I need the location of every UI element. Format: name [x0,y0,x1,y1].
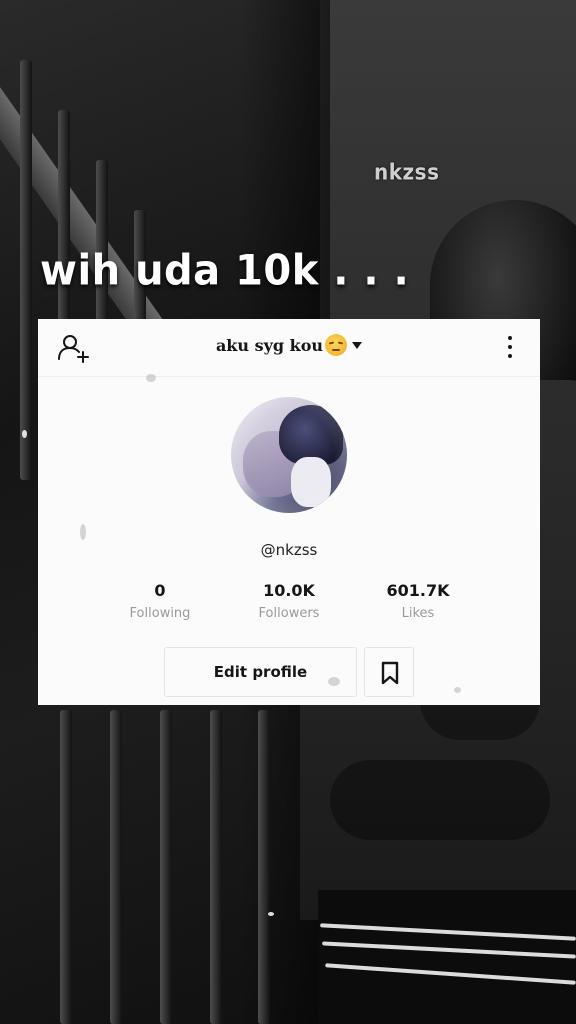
pensive-face-emoji-icon [325,334,348,356]
stat-value: 0 [154,581,166,600]
character-skirt [318,890,576,1024]
coat-fold [330,760,550,840]
snow-speck [328,677,340,686]
stat-likes[interactable]: 601.7K Likes [358,581,478,621]
snow-speck [268,912,274,916]
snow-speck [80,524,86,540]
bookmark-button[interactable] [364,647,414,697]
profile-header: aku syg kou [38,319,540,377]
more-vertical-icon[interactable] [503,334,517,360]
overlay-caption: wih uda 10k . . . [40,246,410,296]
profile-card: aku syg kou @nkzss 0 Following 10.0K Fol… [38,319,540,705]
account-switcher[interactable]: aku syg kou [38,334,540,356]
watermark-username: nkzss [374,158,440,186]
stat-label: Likes [401,606,435,621]
snow-speck [22,430,27,438]
stat-followers[interactable]: 10.0K Followers [229,581,349,621]
stair-baluster [258,710,270,1024]
snow-speck [146,374,156,382]
avatar-fade [231,397,347,513]
stair-baluster [60,710,72,1024]
stat-value: 601.7K [386,581,450,600]
stat-label: Following [129,606,191,621]
profile-name: aku syg kou [215,336,324,355]
stair-baluster [160,710,172,1024]
stat-label: Followers [258,606,320,621]
profile-handle: @nkzss [260,541,318,559]
edit-profile-button[interactable]: Edit profile [164,647,357,697]
stair-baluster [210,710,222,1024]
snow-speck [454,687,461,693]
stair-baluster [110,710,122,1024]
bookmark-icon [381,661,399,685]
avatar[interactable] [231,397,347,513]
stair-baluster [20,60,32,480]
chevron-down-icon [352,342,363,349]
stat-value: 10.0K [263,581,315,600]
stat-following[interactable]: 0 Following [100,581,220,621]
